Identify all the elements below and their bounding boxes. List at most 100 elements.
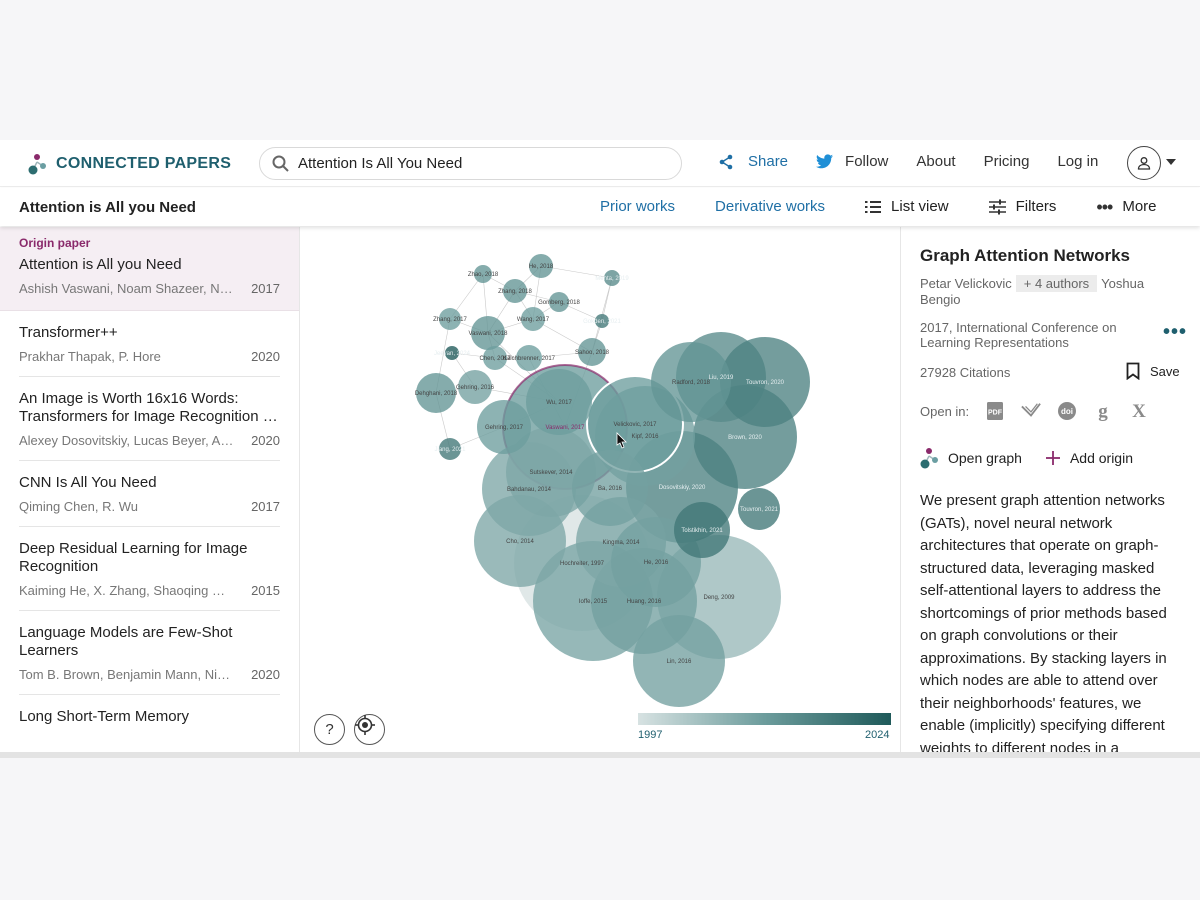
origin-paper-item[interactable]: Origin paper Attention is All you Need A…	[0, 227, 299, 311]
google-scholar-icon[interactable]: g	[1093, 401, 1113, 421]
help-button[interactable]: ?	[314, 714, 345, 745]
logo-text: CONNECTED PAPERS	[56, 155, 232, 172]
graph-canvas[interactable]: Zhao, 2018 He, 2018 Mehta, 2019 Zhang, 2018…	[301, 227, 899, 752]
abstract-text: We present graph attention networks (GAT…	[920, 492, 1167, 752]
about-link[interactable]: About	[916, 153, 955, 170]
graph-node-label: Ioffe, 2015	[579, 599, 608, 605]
twitter-icon	[816, 154, 834, 169]
save-label: Save	[1150, 363, 1180, 379]
graph-node-label: Jiang, 2021	[434, 447, 466, 453]
list-item[interactable]: Deep Residual Learning for Image Recogni…	[0, 527, 299, 611]
paper-title: Attention is All you Need	[19, 256, 182, 273]
graph-icon	[920, 448, 938, 469]
login-link[interactable]: Log in	[1057, 153, 1098, 170]
follow-button[interactable]: Follow	[816, 153, 888, 170]
user-menu-button[interactable]	[1127, 146, 1161, 180]
graph-node-label: Lin, 2016	[667, 659, 692, 665]
semantic-scholar-icon[interactable]	[1021, 401, 1041, 421]
horizontal-scrollbar[interactable]	[0, 752, 1200, 758]
more-authors-button[interactable]: + 4 authors	[1015, 275, 1098, 292]
list-item[interactable]: CNN Is All You Need Qiming Chen, R. Wu 20…	[0, 461, 299, 527]
search-input[interactable]	[298, 155, 658, 172]
doi-icon[interactable]: doi	[1057, 401, 1077, 421]
graph-node-label: Mehta, 2019	[595, 276, 629, 282]
paper-year: 2017	[251, 499, 280, 514]
graph-node-label: Kingma, 2014	[602, 540, 640, 546]
add-origin-label: Add origin	[1069, 450, 1133, 466]
more-dots-icon[interactable]: •••	[1163, 321, 1187, 344]
list-item[interactable]: Long Short-Term Memory	[0, 695, 299, 738]
view-tabs: Prior works Derivative works List view F…	[600, 198, 1197, 216]
graph-node-label: Gehring, 2017	[485, 425, 524, 431]
follow-label: Follow	[845, 153, 889, 170]
plus-icon	[1045, 451, 1060, 465]
filters-button[interactable]: Filters	[988, 198, 1056, 215]
save-button[interactable]: Save	[1126, 362, 1180, 380]
list-item[interactable]: Language Models are Few-Shot Learners To…	[0, 611, 299, 695]
graph-node-label: Kalchbrenner, 2017	[503, 356, 556, 362]
pdf-icon[interactable]: PDF	[985, 401, 1005, 421]
graph-node-label: Deng, 2009	[703, 595, 735, 601]
paper-year: 2017	[251, 281, 280, 296]
graph-node-label: Touvron, 2021	[740, 507, 779, 513]
more-button[interactable]: ••• More	[1096, 198, 1157, 216]
paper-meta: Ashish Vaswani, Noam Shazeer, Niki Parma…	[19, 281, 280, 296]
list-icon	[865, 200, 882, 213]
paper-authors: Tom B. Brown, Benjamin Mann, Nick Ryder	[19, 667, 234, 682]
detail-actions: Open graph Add origin	[920, 446, 1181, 470]
paper-authors: Kaiming He, X. Zhang, Shaoqing Ren, Jian…	[19, 583, 234, 598]
paper-year: 2015	[251, 583, 280, 598]
derivative-works-button[interactable]: Derivative works	[715, 198, 825, 215]
graph-node-label: He, 2018	[529, 264, 554, 270]
user-icon	[1137, 157, 1151, 170]
author-first[interactable]: Petar Velickovic	[920, 276, 1012, 291]
search-icon	[272, 155, 289, 172]
paper-detail-panel: Graph Attention Networks Petar Velickovi…	[900, 227, 1200, 752]
graph-node-label: Sutskever, 2014	[529, 470, 573, 476]
graph-node-label: Kipf, 2016	[631, 434, 659, 440]
chevron-down-icon[interactable]	[1166, 159, 1176, 165]
graph-node-label: Cho, 2014	[506, 539, 534, 545]
graph-node-label: Vaswani, 2018	[469, 331, 509, 337]
graph-node-label: Gehring, 2016	[456, 385, 495, 391]
paper-meta: Kaiming He, X. Zhang, Shaoqing Ren, Jian…	[19, 583, 280, 598]
paper-authors: Prakhar Thapak, P. Hore	[19, 349, 161, 364]
paper-meta: Tom B. Brown, Benjamin Mann, Nick Ryder 2…	[19, 667, 280, 682]
prior-works-button[interactable]: Prior works	[600, 198, 675, 215]
open-graph-label: Open graph	[948, 450, 1022, 466]
detail-title: Graph Attention Networks	[920, 246, 1130, 265]
logo-icon	[28, 154, 46, 175]
paper-authors: Qiming Chen, R. Wu	[19, 499, 138, 514]
list-item[interactable]: An Image is Worth 16x16 Words: Transform…	[0, 377, 299, 461]
bookmark-icon	[1126, 362, 1140, 380]
recenter-button[interactable]	[354, 714, 385, 745]
paper-list: Origin paper Attention is All you Need A…	[0, 227, 300, 752]
paper-year: 2020	[251, 349, 280, 364]
app-window: CONNECTED PAPERS Share Follow	[0, 140, 1200, 752]
list-view-button[interactable]: List view	[865, 198, 949, 215]
more-label: More	[1122, 198, 1157, 215]
search-box[interactable]	[259, 147, 682, 180]
paper-authors: Ashish Vaswani, Noam Shazeer, Niki Parma…	[19, 281, 234, 296]
locate-icon	[355, 715, 375, 735]
paper-meta: Qiming Chen, R. Wu 2017	[19, 499, 280, 514]
x-icon[interactable]: X	[1129, 401, 1149, 421]
logo[interactable]: CONNECTED PAPERS	[28, 152, 231, 176]
graph-node-label: Sahoo, 2018	[575, 350, 610, 356]
list-item[interactable]: Transformer++ Prakhar Thapak, P. Hore 202…	[0, 311, 299, 377]
graph-node-label: Wang, 2017	[517, 317, 550, 323]
graph-svg[interactable]: Zhao, 2018 He, 2018 Mehta, 2019 Zhang, 2018…	[301, 227, 899, 752]
year-legend-bar	[638, 713, 891, 725]
open-graph-button[interactable]: Open graph	[920, 446, 1022, 470]
graph-node-label: Liu, 2019	[709, 375, 734, 381]
sub-toolbar: Attention is All you Need Prior works De…	[0, 188, 1200, 226]
paper-meta: Alexey Dosovitskiy, Lucas Beyer, Alexand…	[19, 433, 280, 448]
add-origin-button[interactable]: Add origin	[1045, 450, 1133, 466]
graph-node-label: Wu, 2017	[546, 400, 572, 406]
svg-text:doi: doi	[1061, 407, 1073, 416]
paper-title: Transformer++	[19, 324, 118, 341]
pricing-link[interactable]: Pricing	[984, 153, 1030, 170]
open-in-label: Open in:	[920, 403, 970, 419]
share-button[interactable]: Share	[718, 153, 788, 170]
legend-max-year: 2024	[865, 729, 890, 741]
